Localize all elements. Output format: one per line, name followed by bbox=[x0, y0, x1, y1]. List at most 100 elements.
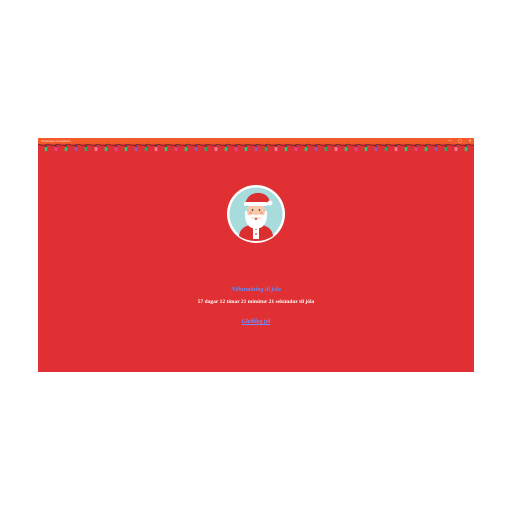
light-bulb-cap bbox=[425, 145, 427, 147]
light-bulb-cap bbox=[375, 145, 377, 147]
light-bulb-cap bbox=[275, 145, 277, 147]
light-bulb-cap bbox=[345, 145, 347, 147]
light-bulb bbox=[454, 146, 458, 152]
light-bulb bbox=[264, 146, 268, 152]
light-bulb-cap bbox=[365, 145, 367, 147]
light-bulb-cap bbox=[95, 145, 97, 147]
merry-christmas-link[interactable]: Gleðileg jól bbox=[38, 319, 474, 325]
light-bulb-cap bbox=[175, 145, 177, 147]
light-bulb bbox=[124, 146, 128, 152]
light-bulb bbox=[464, 146, 468, 152]
light-bulb-cap bbox=[255, 145, 257, 147]
santa-claus-icon bbox=[227, 185, 285, 243]
santa-cheek bbox=[249, 211, 252, 215]
light-bulb-cap bbox=[45, 145, 47, 147]
app-window: Christmas Countdown — ▢ ✕ Niðurtalning t… bbox=[38, 138, 474, 372]
light-bulb bbox=[314, 146, 318, 152]
light-bulb-cap bbox=[125, 145, 127, 147]
light-bulb-cap bbox=[205, 145, 207, 147]
light-bulb bbox=[184, 146, 188, 152]
light-bulb-cap bbox=[305, 145, 307, 147]
light-bulb-cap bbox=[325, 145, 327, 147]
light-bulb bbox=[94, 146, 98, 152]
light-bulb bbox=[374, 146, 378, 152]
light-bulb bbox=[384, 146, 388, 152]
countdown-heading: Niðurtalning til jóla bbox=[231, 287, 281, 293]
light-bulb bbox=[44, 146, 48, 152]
santa-cheek bbox=[260, 211, 263, 215]
light-bulb-cap bbox=[155, 145, 157, 147]
light-bulb bbox=[334, 146, 338, 152]
light-bulb bbox=[134, 146, 138, 152]
light-bulb-cap bbox=[445, 145, 447, 147]
light-bulb-cap bbox=[465, 145, 467, 147]
light-bulb-cap bbox=[85, 145, 87, 147]
light-bulb bbox=[164, 146, 168, 152]
light-bulb-cap bbox=[135, 145, 137, 147]
light-bulb bbox=[234, 146, 238, 152]
light-bulb-cap bbox=[315, 145, 317, 147]
light-bulb bbox=[104, 146, 108, 152]
light-bulb bbox=[284, 146, 288, 152]
santa-mouth bbox=[254, 218, 258, 220]
light-bulb bbox=[144, 146, 148, 152]
light-bulb bbox=[404, 146, 408, 152]
light-bulb-cap bbox=[65, 145, 67, 147]
light-bulb bbox=[254, 146, 258, 152]
light-bulb bbox=[324, 146, 328, 152]
light-bulb-cap bbox=[195, 145, 197, 147]
light-bulb-cap bbox=[235, 145, 237, 147]
light-bulb bbox=[414, 146, 418, 152]
light-bulb bbox=[424, 146, 428, 152]
light-bulb bbox=[354, 146, 358, 152]
light-bulb bbox=[64, 146, 68, 152]
light-bulb bbox=[74, 146, 78, 152]
light-bulb bbox=[194, 146, 198, 152]
light-bulb-cap bbox=[115, 145, 117, 147]
light-bulb-cap bbox=[225, 145, 227, 147]
light-bulb-cap bbox=[215, 145, 217, 147]
light-bulb bbox=[174, 146, 178, 152]
light-bulb bbox=[154, 146, 158, 152]
light-bulb-cap bbox=[245, 145, 247, 147]
light-bulb-cap bbox=[185, 145, 187, 147]
light-bulb-cap bbox=[435, 145, 437, 147]
light-bulb-cap bbox=[285, 145, 287, 147]
light-bulb-cap bbox=[405, 145, 407, 147]
light-bulb bbox=[204, 146, 208, 152]
light-bulb-cap bbox=[455, 145, 457, 147]
light-bulb bbox=[114, 146, 118, 152]
light-bulb bbox=[84, 146, 88, 152]
santa-hat-pompom bbox=[267, 200, 273, 206]
light-bulb bbox=[434, 146, 438, 152]
santa-button bbox=[255, 233, 257, 235]
light-bulb-cap bbox=[145, 145, 147, 147]
light-bulb-cap bbox=[55, 145, 57, 147]
light-bulb-cap bbox=[335, 145, 337, 147]
lights-wire bbox=[38, 143, 474, 146]
light-bulb-cap bbox=[385, 145, 387, 147]
santa-eye bbox=[251, 209, 254, 211]
light-bulb bbox=[394, 146, 398, 152]
light-bulb bbox=[294, 146, 298, 152]
light-bulb bbox=[304, 146, 308, 152]
light-bulb-cap bbox=[75, 145, 77, 147]
light-bulb bbox=[54, 146, 58, 152]
light-bulb bbox=[444, 146, 448, 152]
light-bulb-cap bbox=[295, 145, 297, 147]
light-bulb bbox=[244, 146, 248, 152]
light-bulb-cap bbox=[355, 145, 357, 147]
light-bulb-cap bbox=[415, 145, 417, 147]
light-bulb-cap bbox=[395, 145, 397, 147]
santa-hat-brim bbox=[244, 202, 268, 206]
light-bulb-cap bbox=[165, 145, 167, 147]
light-bulb bbox=[274, 146, 278, 152]
light-bulb bbox=[224, 146, 228, 152]
light-bulb bbox=[344, 146, 348, 152]
light-bulb-cap bbox=[105, 145, 107, 147]
light-bulb bbox=[364, 146, 368, 152]
christmas-lights-garland bbox=[38, 143, 474, 152]
santa-eye bbox=[258, 209, 261, 211]
light-bulb-cap bbox=[265, 145, 267, 147]
light-bulb bbox=[214, 146, 218, 152]
